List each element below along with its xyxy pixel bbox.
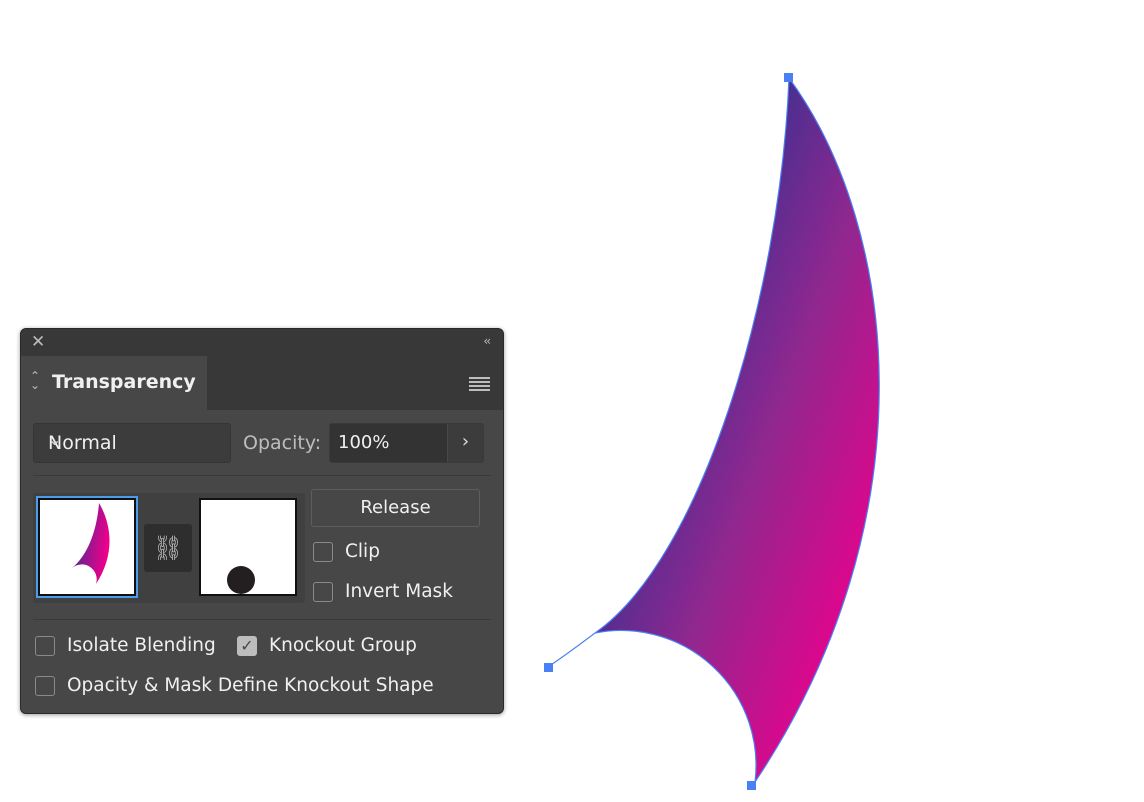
artwork-thumbnail[interactable] — [36, 496, 138, 598]
panel-menu-icon[interactable] — [469, 377, 490, 393]
divider — [33, 475, 491, 476]
tab-transparency[interactable]: ⌃ ⌄ Transparency — [21, 356, 207, 410]
anchor-point[interactable] — [747, 781, 756, 790]
link-icon[interactable]: ⛓ — [144, 524, 192, 572]
anchor-point[interactable] — [544, 663, 553, 672]
transparency-panel: ✕ ‹‹ ⌃ ⌄ Transparency Normal ⌄ Opacity: 1… — [20, 328, 504, 714]
anchor-point[interactable] — [784, 73, 793, 82]
knockout-group-checkbox[interactable]: ✓ Knockout Group — [237, 635, 417, 656]
tab-label: Transparency — [52, 371, 196, 393]
clip-checkbox[interactable]: Clip — [313, 541, 380, 562]
isolate-blending-checkbox[interactable]: Isolate Blending — [35, 635, 216, 656]
invert-mask-label: Invert Mask — [345, 581, 453, 602]
knockout-group-label: Knockout Group — [269, 635, 417, 656]
mask-thumbnail[interactable] — [199, 498, 297, 596]
opacity-value: 100% — [338, 432, 390, 453]
panel-titlebar[interactable]: ✕ ‹‹ — [21, 329, 503, 356]
selection-path — [547, 632, 596, 668]
close-icon[interactable]: ✕ — [31, 332, 45, 352]
opacity-mask-knockout-label: Opacity & Mask Define Knockout Shape — [67, 675, 434, 696]
chevron-down-icon: ⌄ — [48, 430, 62, 449]
gradient-sail-shape[interactable] — [594, 76, 880, 783]
opacity-label: Opacity: — [243, 432, 322, 454]
checkbox-box[interactable] — [313, 581, 333, 602]
opacity-mask-knockout-checkbox[interactable]: Opacity & Mask Define Knockout Shape — [35, 675, 434, 696]
clip-label: Clip — [345, 541, 380, 562]
release-button[interactable]: Release — [311, 489, 480, 527]
expand-arrows-icon[interactable]: ⌃ ⌄ — [30, 370, 40, 391]
checkmark-icon[interactable]: ✓ — [237, 635, 257, 656]
collapse-icon[interactable]: ‹‹ — [483, 334, 490, 348]
thumbnails-area: ⛓ — [33, 493, 305, 603]
checkbox-box[interactable] — [313, 541, 333, 562]
opacity-input[interactable]: 100% › — [329, 423, 484, 463]
divider — [33, 619, 491, 620]
chevron-right-icon[interactable]: › — [447, 424, 483, 462]
blend-mode-select[interactable]: Normal ⌄ — [33, 423, 231, 463]
checkbox-box[interactable] — [35, 635, 55, 656]
invert-mask-checkbox[interactable]: Invert Mask — [313, 581, 453, 602]
isolate-blending-label: Isolate Blending — [67, 635, 216, 656]
checkbox-box[interactable] — [35, 675, 55, 696]
